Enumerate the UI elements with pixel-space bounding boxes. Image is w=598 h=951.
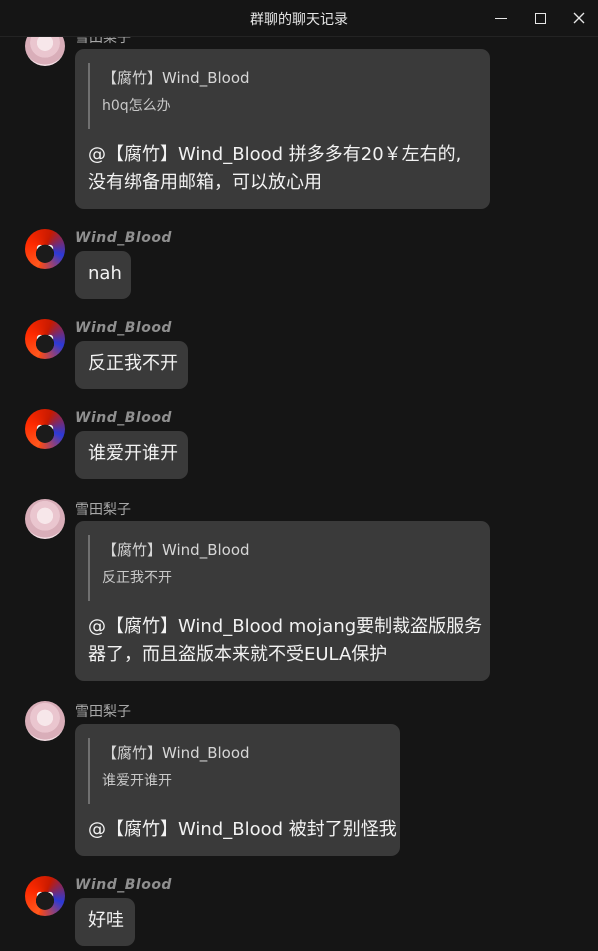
message-bubble[interactable]: 好哇 <box>75 898 135 946</box>
message-text: nah <box>88 263 122 284</box>
sender-name: 雪田梨子 <box>75 502 131 518</box>
quote-bar <box>88 63 90 129</box>
sender-name: Wind_Blood <box>75 877 172 893</box>
quote-sender: 【腐竹】Wind_Blood <box>102 69 250 87</box>
maximize-icon <box>534 12 546 24</box>
minimize-icon <box>495 17 507 19</box>
message-text: 反正我不开 <box>88 353 178 374</box>
sender-name: Wind_Blood <box>75 410 172 426</box>
minimize-button[interactable] <box>488 6 514 30</box>
quote-sender: 【腐竹】Wind_Blood <box>102 541 250 559</box>
message-bubble[interactable]: 【腐竹】Wind_Blood 反正我不开 @【腐竹】Wind_Blood moj… <box>75 521 490 681</box>
quote-bar <box>88 535 90 601</box>
message-text-line: 器了，而且盗版本来就不受EULA保护 <box>88 644 388 665</box>
message-text-line: 没有绑备用邮箱，可以放心用 <box>88 172 322 193</box>
close-icon <box>573 12 585 24</box>
chat-history[interactable]: 雪田梨子 【腐竹】Wind_Blood h0q怎么办 @【腐竹】Wind_Blo… <box>0 0 598 951</box>
message-bubble[interactable]: 【腐竹】Wind_Blood 谁爱开谁开 @【腐竹】Wind_Blood 被封了… <box>75 724 400 856</box>
avatar[interactable] <box>25 409 65 449</box>
message-text-line: @【腐竹】Wind_Blood 拼多多有20￥左右的, <box>88 144 462 165</box>
quote-text: 谁爱开谁开 <box>102 773 172 789</box>
avatar[interactable] <box>25 499 65 539</box>
sender-name: Wind_Blood <box>75 230 172 246</box>
quote-text: 反正我不开 <box>102 570 172 586</box>
quote-sender: 【腐竹】Wind_Blood <box>102 744 250 762</box>
title-bar[interactable]: 群聊的聊天记录 <box>0 0 598 37</box>
sender-name: Wind_Blood <box>75 320 172 336</box>
message-bubble[interactable]: nah <box>75 251 131 299</box>
message-bubble[interactable]: 【腐竹】Wind_Blood h0q怎么办 @【腐竹】Wind_Blood 拼多… <box>75 49 490 209</box>
message-bubble[interactable]: 谁爱开谁开 <box>75 431 188 479</box>
message-text: 好哇 <box>88 910 124 931</box>
avatar[interactable] <box>25 319 65 359</box>
quote-bar <box>88 738 90 804</box>
message-text: @【腐竹】Wind_Blood 被封了别怪我 <box>88 819 397 840</box>
quote-text: h0q怎么办 <box>102 98 171 114</box>
sender-name: 雪田梨子 <box>75 704 131 720</box>
avatar[interactable] <box>25 876 65 916</box>
message-bubble[interactable]: 反正我不开 <box>75 341 188 389</box>
avatar[interactable] <box>25 701 65 741</box>
avatar[interactable] <box>25 229 65 269</box>
maximize-button[interactable] <box>527 6 553 30</box>
message-text: 谁爱开谁开 <box>88 443 178 464</box>
close-button[interactable] <box>566 6 592 30</box>
message-text-line: @【腐竹】Wind_Blood mojang要制裁盗版服务 <box>88 616 483 637</box>
